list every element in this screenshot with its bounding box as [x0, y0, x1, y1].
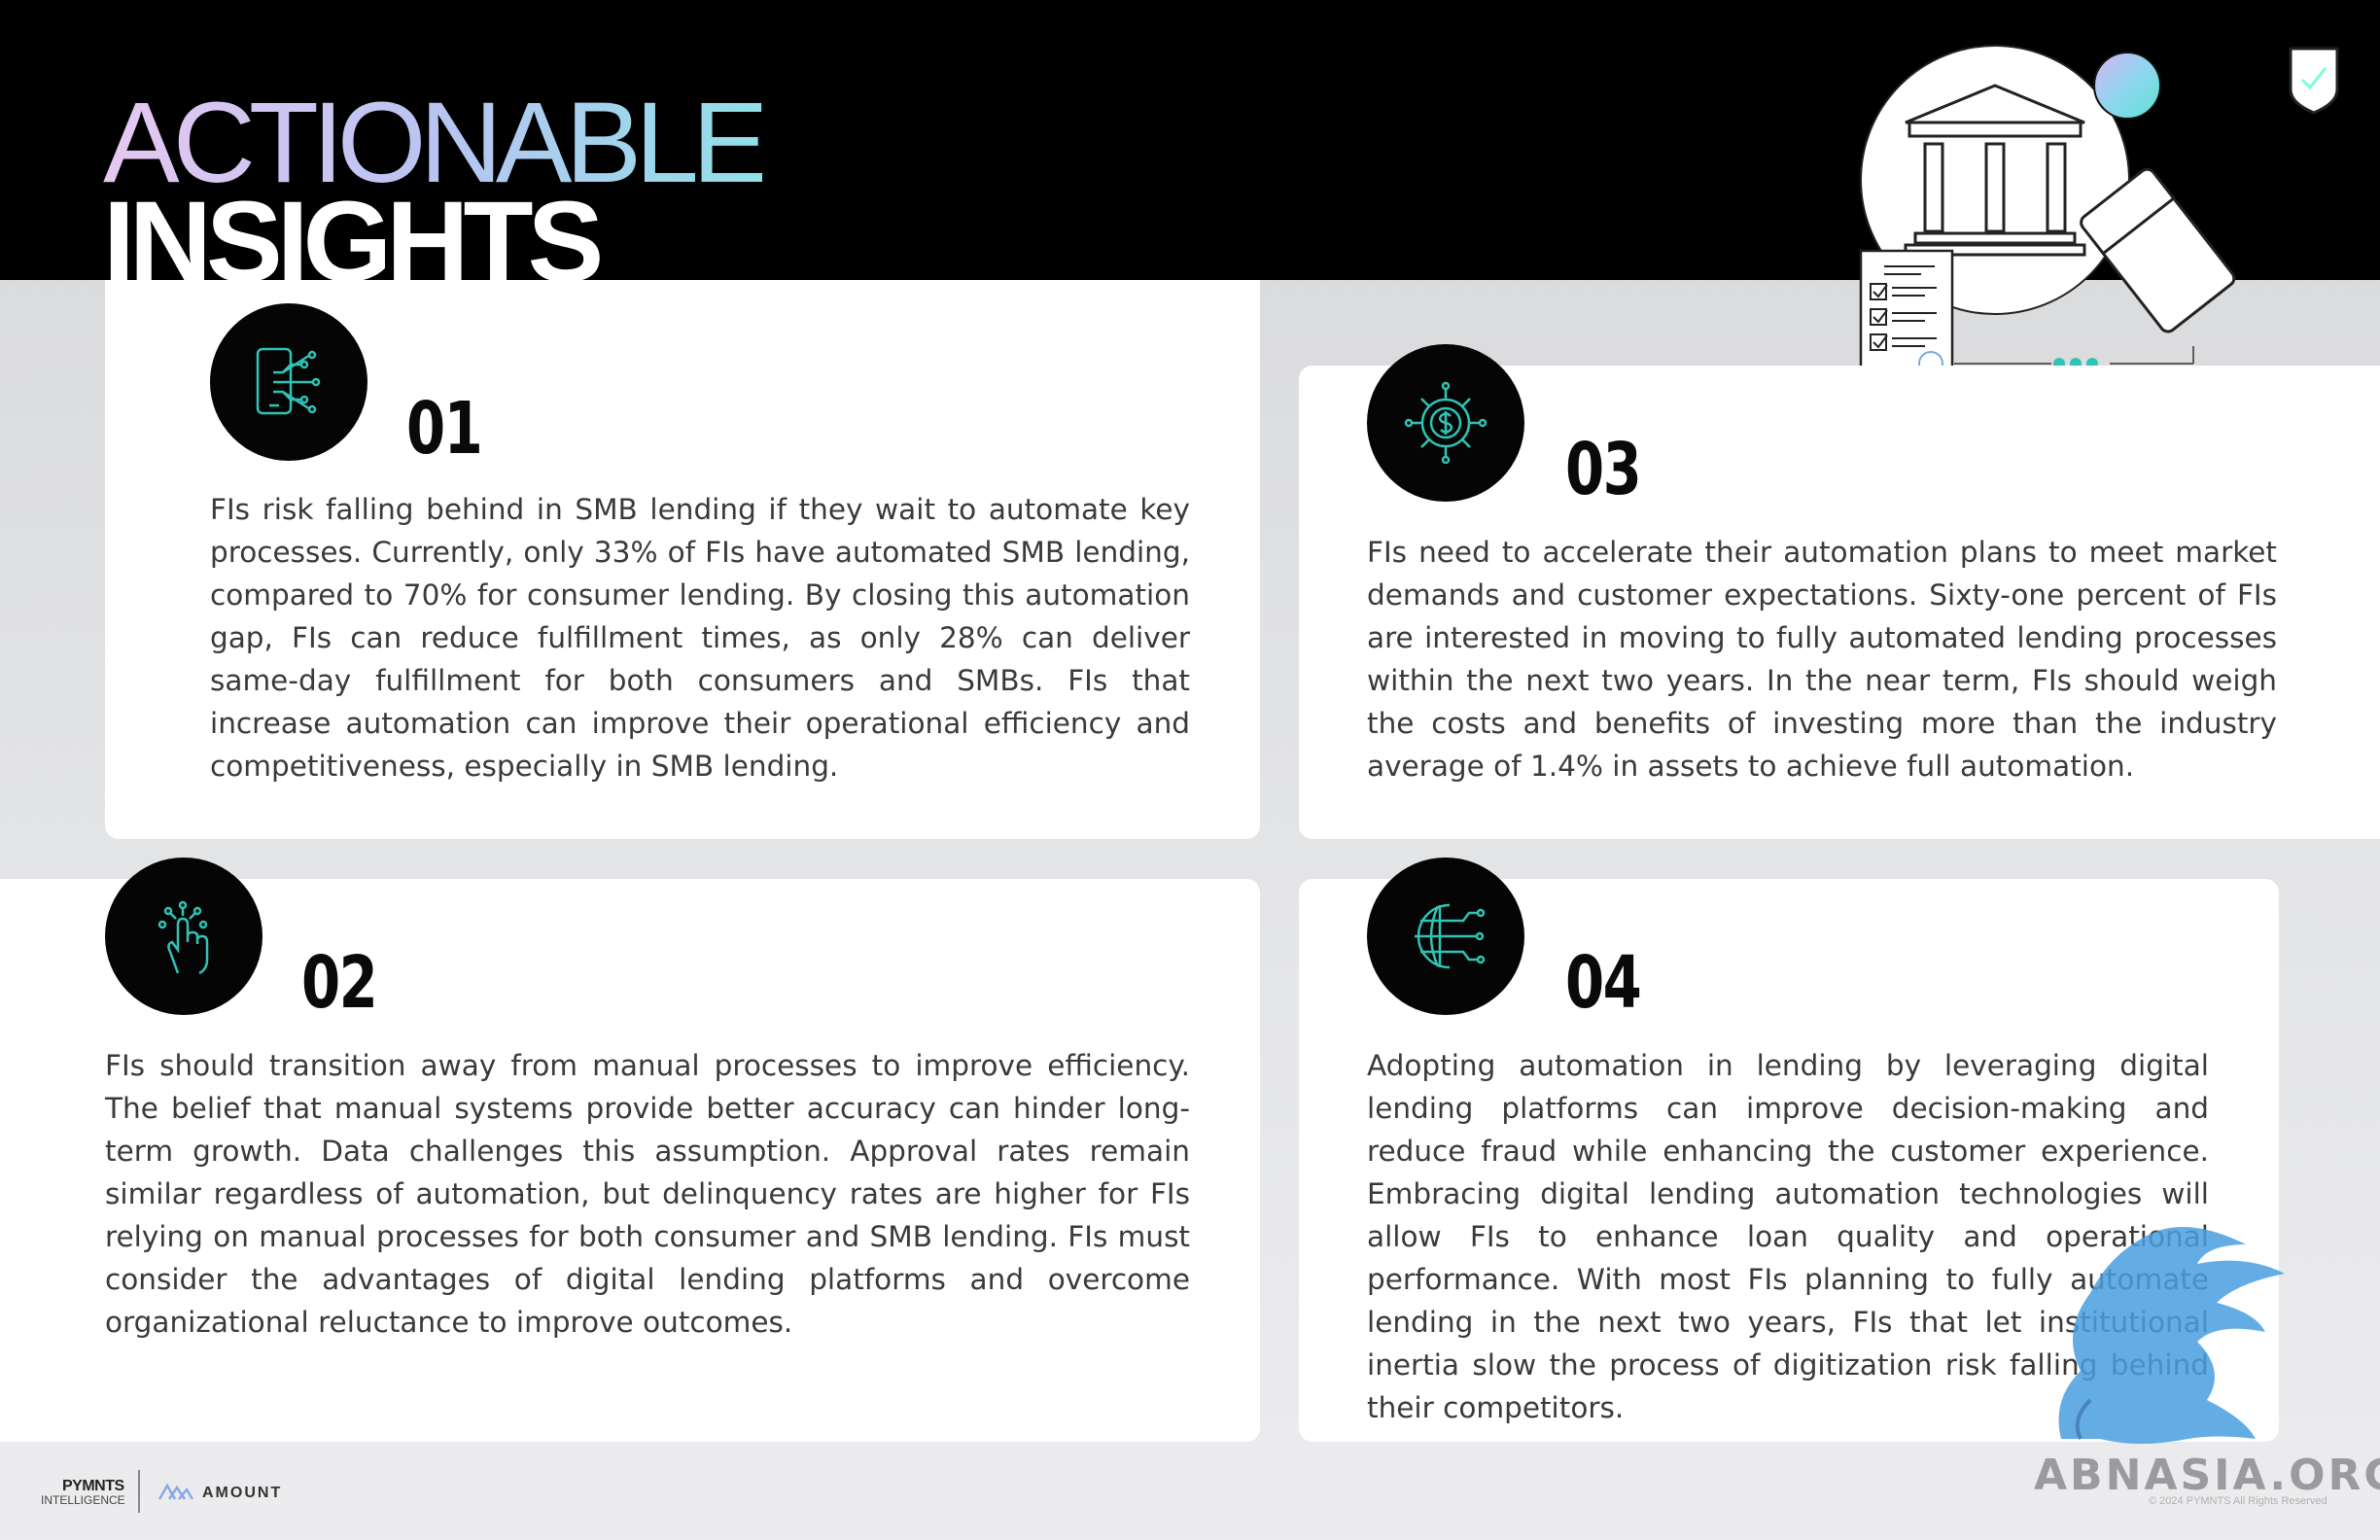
mobile-network-icon: [210, 303, 368, 461]
shield-icon: [2289, 47, 2339, 115]
insight-number: 01: [406, 387, 483, 471]
amount-logo-icon: [158, 1483, 194, 1500]
insight-card-02: 02 FIs should transition away from manua…: [0, 858, 1260, 1442]
insight-text: FIs should transition away from manual p…: [105, 1049, 1190, 1339]
footer-divider: [138, 1470, 140, 1513]
partner-logo: AMOUNT: [202, 1485, 283, 1501]
insight-number: 03: [1565, 428, 1642, 511]
insight-text: FIs risk falling behind in SMB lending i…: [210, 493, 1190, 783]
griffin-watermark-icon: [2058, 1227, 2285, 1444]
insight-card-03: 03 FIs need to accelerate their automati…: [1299, 344, 2380, 839]
insight-number: 04: [1565, 941, 1642, 1025]
insight-text: FIs need to accelerate their automation …: [1367, 536, 2277, 783]
insight-card-01: 01 FIs risk falling behind in SMB lendin…: [105, 280, 1260, 839]
copyright-text: © 2024 PYMNTS All Rights Reserved: [2149, 1495, 2328, 1507]
hand-touch-icon: [105, 858, 262, 1015]
dollar-network-icon: [1367, 344, 1524, 502]
globe-network-icon: [1367, 858, 1524, 1015]
bank-illustration: [1859, 45, 2236, 394]
watermark-text: ABNASIA.ORG: [2034, 1451, 2380, 1500]
insight-number: 02: [301, 941, 378, 1025]
brand-logo-secondary: INTELLIGENCE: [41, 1493, 125, 1507]
